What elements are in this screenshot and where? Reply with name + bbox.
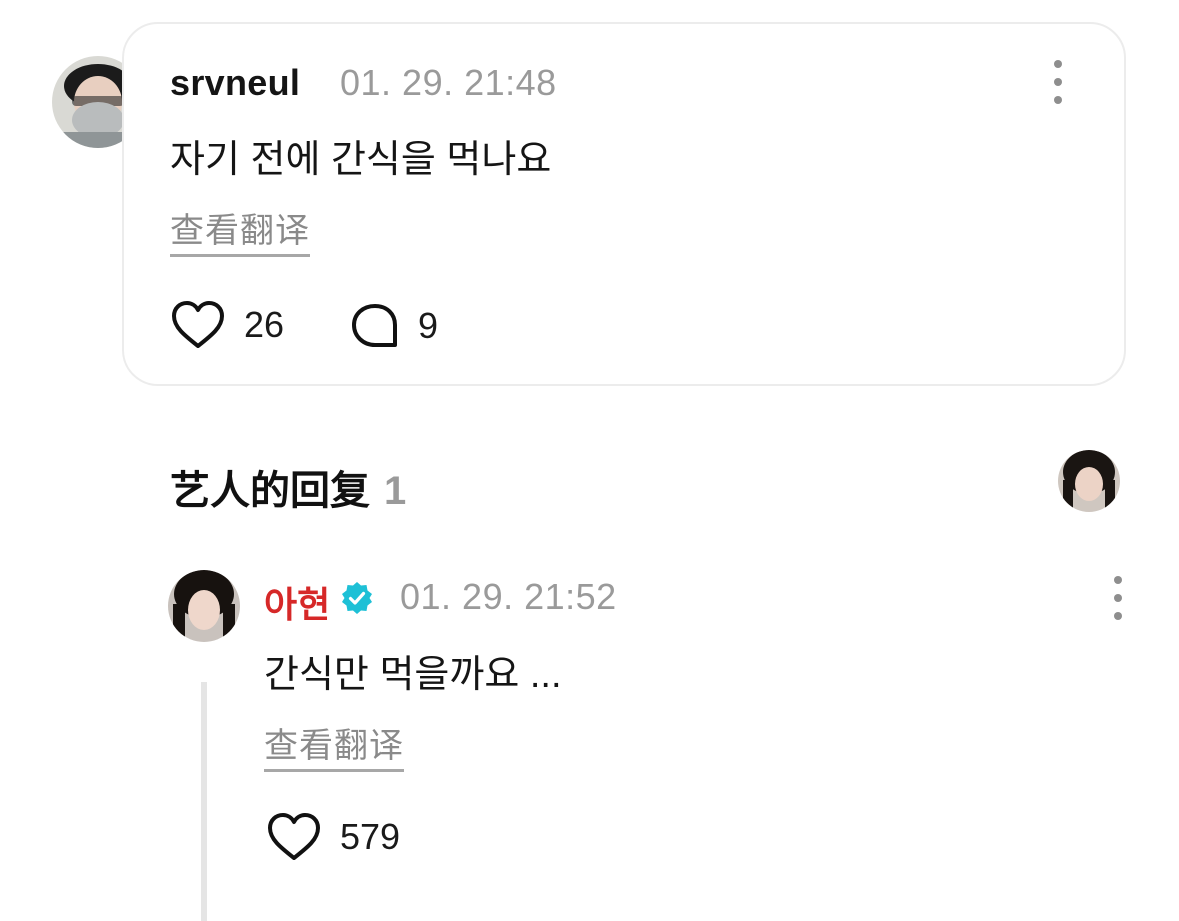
artist-username[interactable]: 아현 (264, 576, 330, 628)
comment-translate-link[interactable]: 查看翻译 (170, 203, 310, 257)
artist-avatar[interactable] (168, 570, 240, 642)
reply-like-button[interactable]: 579 (266, 812, 400, 862)
artist-replies-header: 艺人的回复 1 (170, 458, 406, 516)
comment-text: 자기 전에 간식을 먹나요 (170, 139, 552, 181)
artist-header-avatar[interactable] (1058, 450, 1120, 512)
reply-translate-link[interactable]: 查看翻译 (264, 718, 404, 772)
heart-icon (268, 813, 320, 860)
verified-badge-icon (342, 582, 372, 614)
thread-line (201, 682, 207, 921)
comment-reply-count: 9 (418, 305, 439, 346)
heart-icon (172, 301, 224, 348)
comment-like-count: 26 (244, 304, 285, 345)
comment-more-options-icon[interactable] (1046, 60, 1070, 104)
reply-more-options-icon[interactable] (1106, 576, 1130, 620)
reply-text: 간식만 먹을까요 ... (264, 654, 562, 696)
speech-bubble-icon (352, 304, 397, 347)
reply-like-count: 579 (340, 816, 401, 857)
comment-timestamp: 01. 29. 21:48 (340, 62, 557, 103)
artist-replies-title: 艺人的回复 (170, 469, 370, 513)
comment-reply-button[interactable]: 9 (350, 302, 438, 350)
reply-timestamp: 01. 29. 21:52 (400, 576, 617, 617)
artist-replies-count: 1 (384, 469, 407, 513)
commenter-username[interactable]: srvneul (170, 62, 300, 104)
comment-like-button[interactable]: 26 (170, 300, 284, 350)
